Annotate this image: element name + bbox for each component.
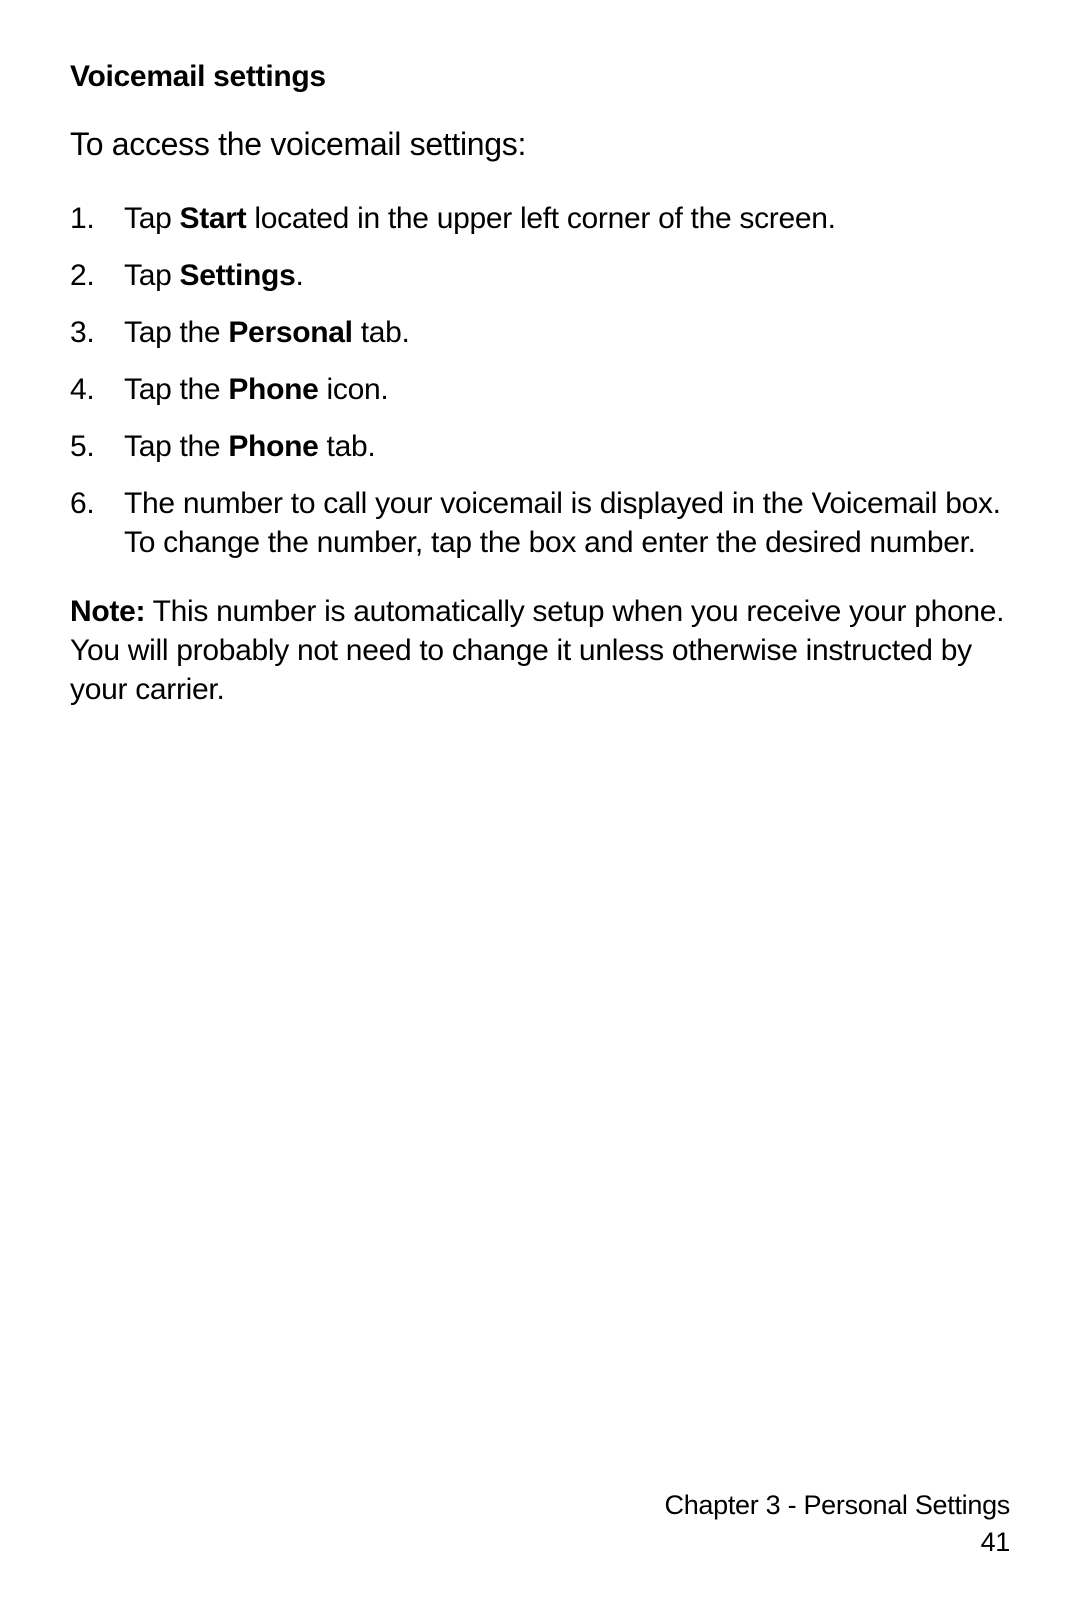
step-text: Tap the <box>124 316 228 349</box>
step-text: Tap <box>124 259 180 292</box>
step-text: Tap <box>124 202 180 235</box>
step-item: Tap the Phone tab. <box>70 427 1010 466</box>
intro-text: To access the voicemail settings: <box>70 126 1010 163</box>
step-text: . <box>295 259 303 292</box>
footer-page-number: 41 <box>665 1524 1011 1560</box>
footer-chapter: Chapter 3 - Personal Settings <box>665 1487 1011 1523</box>
step-text: Tap the <box>124 430 228 463</box>
steps-list: Tap Start located in the upper left corn… <box>70 199 1010 562</box>
step-bold: Phone <box>228 373 318 406</box>
step-text: located in the upper left corner of the … <box>246 202 835 235</box>
step-item: Tap Start located in the upper left corn… <box>70 199 1010 238</box>
step-item: Tap the Personal tab. <box>70 313 1010 352</box>
step-text: icon. <box>319 373 389 406</box>
step-bold: Start <box>180 202 247 235</box>
step-text: The number to call your voicemail is dis… <box>124 487 1001 559</box>
note-text: This number is automatically setup when … <box>70 595 1004 706</box>
page-footer: Chapter 3 - Personal Settings 41 <box>665 1487 1011 1560</box>
step-bold: Personal <box>228 316 352 349</box>
step-item: Tap the Phone icon. <box>70 370 1010 409</box>
step-text: Tap the <box>124 373 228 406</box>
note-block: Note: This number is automatically setup… <box>70 592 1010 709</box>
note-label: Note: <box>70 595 145 628</box>
step-text: tab. <box>353 316 410 349</box>
section-heading: Voicemail settings <box>70 60 1010 94</box>
step-bold: Settings <box>180 259 296 292</box>
step-item: Tap Settings. <box>70 256 1010 295</box>
step-bold: Phone <box>228 430 318 463</box>
step-item: The number to call your voicemail is dis… <box>70 484 1010 562</box>
step-text: tab. <box>319 430 376 463</box>
